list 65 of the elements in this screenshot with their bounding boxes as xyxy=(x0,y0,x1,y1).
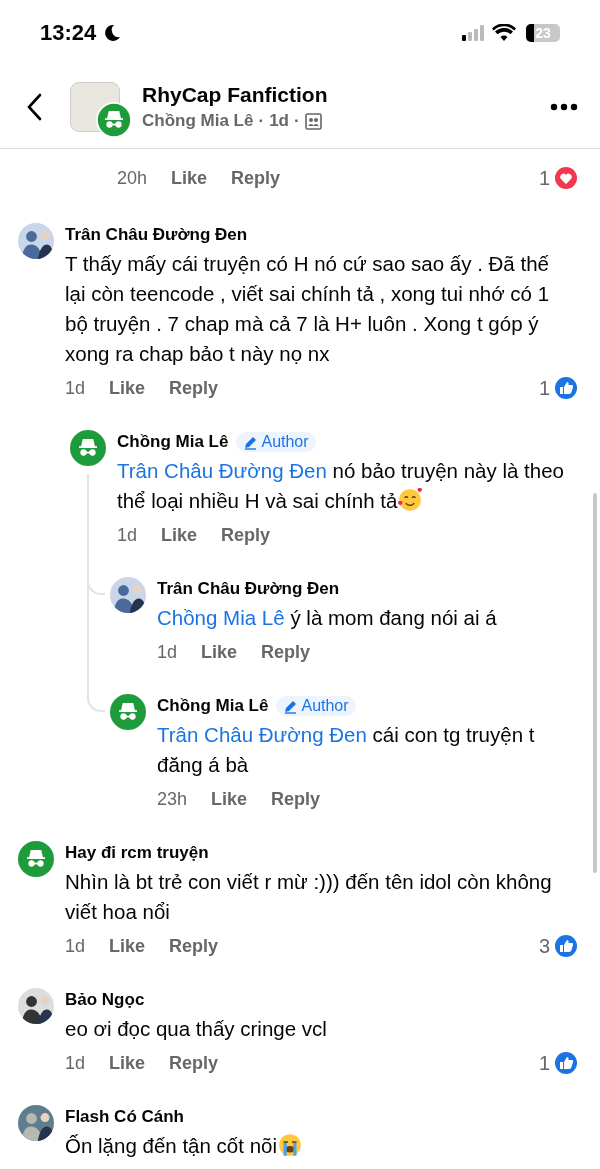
comment-text: Trân Châu Đường Đen nó bảo truyện này là theo thể loại nhiều H và sai chính tả xyxy=(117,458,565,515)
commenter-name[interactable]: Chồng Mia Lê xyxy=(117,432,229,452)
more-icon[interactable] xyxy=(550,103,578,111)
reaction-count: 3 xyxy=(538,934,550,958)
comment-text: Trân Châu Đường Đen cái con tg truyện t đăng á bà xyxy=(157,722,536,778)
back-icon[interactable] xyxy=(26,93,42,121)
status-time: 13:24 xyxy=(40,20,97,46)
commenter-name[interactable]: Trân Châu Đường Đen xyxy=(157,579,340,599)
crying-face-icon xyxy=(277,1132,303,1158)
thumbs-up-reaction-icon xyxy=(554,376,578,400)
like-button[interactable]: Like xyxy=(161,524,198,546)
smiling-face-hearts-icon xyxy=(397,487,424,513)
reply-button[interactable]: Reply xyxy=(169,377,219,399)
like-button[interactable]: Like xyxy=(211,788,248,810)
pencil-icon xyxy=(243,434,259,450)
comment-time: 1d xyxy=(65,1052,86,1074)
reply-button[interactable]: Reply xyxy=(231,167,281,189)
commenter-name[interactable]: Chồng Mia Lê xyxy=(157,696,269,716)
incognito-avatar-icon[interactable] xyxy=(70,430,106,466)
comment-time: 1d xyxy=(117,524,138,546)
comment-time: 23h xyxy=(157,788,188,810)
reply-button[interactable]: Reply xyxy=(169,935,219,957)
comment-text: Ốn lặng đến tận cốt nõi xyxy=(65,1131,600,1161)
heart-reaction-icon xyxy=(554,166,578,190)
reaction-count: 1 xyxy=(538,166,550,190)
moon-icon xyxy=(102,23,123,43)
separator: · xyxy=(258,111,265,131)
post-author[interactable]: Chồng Mia Lê xyxy=(142,111,254,131)
comment-time: 1d xyxy=(65,377,86,399)
incognito-avatar-icon[interactable] xyxy=(110,694,146,730)
comment-text: Nhìn là bt trẻ con viết r mừ :))) đến tên idol còn không viết hoa nổi xyxy=(65,869,553,925)
like-button[interactable]: Like xyxy=(109,377,146,399)
like-button[interactable]: Like xyxy=(109,935,146,957)
thumbs-up-reaction-icon xyxy=(554,934,578,958)
thumbs-up-reaction-icon xyxy=(554,1051,578,1075)
signal-icon xyxy=(462,25,486,41)
reply-button[interactable]: Reply xyxy=(261,641,311,663)
group-privacy-icon xyxy=(304,112,322,130)
comment-text: eo ơi đọc qua thấy cringe vcl xyxy=(65,1016,328,1042)
reply-button[interactable]: Reply xyxy=(221,524,271,546)
separator: · xyxy=(293,111,300,131)
comment-text: Chồng Mia Lê ý là mom đang nói ai á xyxy=(157,605,498,631)
comment-time: 1d xyxy=(65,935,86,957)
reply-button[interactable]: Reply xyxy=(271,788,321,810)
like-button[interactable]: Like xyxy=(109,1052,146,1074)
pencil-icon xyxy=(283,698,299,714)
reaction-count: 1 xyxy=(538,1051,550,1075)
like-button[interactable]: Like xyxy=(201,641,238,663)
like-button[interactable]: Like xyxy=(171,167,208,189)
comment-time: 1d xyxy=(157,641,178,663)
group-title[interactable]: RhyCap Fanfiction xyxy=(142,83,550,107)
commenter-name[interactable]: Hay đi rcm truyện xyxy=(65,843,209,863)
comment-time: 20h xyxy=(117,167,148,189)
commenter-name[interactable]: Bảo Ngọc xyxy=(65,990,145,1010)
reaction-count: 1 xyxy=(538,376,550,400)
author-label: Author xyxy=(301,697,349,715)
reply-button[interactable]: Reply xyxy=(169,1052,219,1074)
wifi-icon xyxy=(492,24,516,42)
group-avatar[interactable] xyxy=(70,82,132,138)
commenter-name[interactable]: Flash Có Cánh xyxy=(65,1107,184,1127)
post-age: 1d xyxy=(269,111,289,131)
author-label: Author xyxy=(261,433,309,451)
comment-text: T thấy mấy cái truyện có H nó cứ sao sao ấy . Đã thế lại còn teencode , viết sai chính tả , xong tui nhớ có 1 bộ truyện . 7 chap mà cả 7 là H+ luôn . Xong t góp ý xong ra chap bảo t này nọ nx xyxy=(65,251,551,367)
commenter-name[interactable]: Trân Châu Đường Đen xyxy=(65,225,248,245)
incognito-avatar-icon[interactable] xyxy=(18,841,54,877)
